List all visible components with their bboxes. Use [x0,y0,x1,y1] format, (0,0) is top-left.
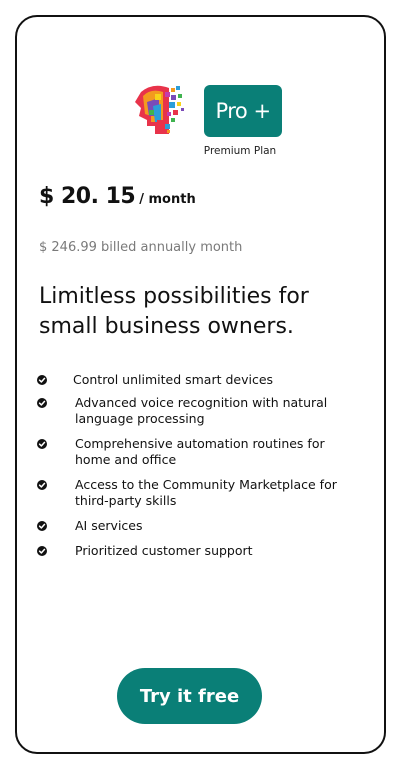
feature-text: Comprehensive automation routines for ho… [75,436,325,467]
price-amount: $ 20. 15 [39,184,136,209]
try-it-free-button[interactable]: Try it free [117,668,262,724]
check-circle-icon [37,398,47,408]
billed-annually-text: $ 246.99 billed annually month [39,240,243,255]
feature-text: Control unlimited smart devices [73,372,274,387]
check-circle-icon [37,546,47,556]
feature-text: AI services [75,518,143,533]
plan-caption: Premium Plan [203,145,277,157]
plan-badge-label: Pro + [215,99,271,123]
plan-badge: Pro + [204,85,282,137]
check-circle-icon [37,375,47,385]
check-circle-icon [37,521,47,531]
ai-head-logo-icon [135,85,184,134]
price: $ 20. 15 / month [39,184,196,209]
plan-headline: Limitless possibilities for small busine… [39,284,309,339]
price-period: / month [139,192,196,207]
feature-text: Advanced voice recognition with natural … [75,395,328,426]
check-circle-icon [37,480,47,490]
try-it-free-label: Try it free [139,685,240,707]
feature-text: Prioritized customer support [75,543,253,558]
check-circle-icon [37,439,47,449]
feature-text: Access to the Community Marketplace for … [75,477,337,508]
